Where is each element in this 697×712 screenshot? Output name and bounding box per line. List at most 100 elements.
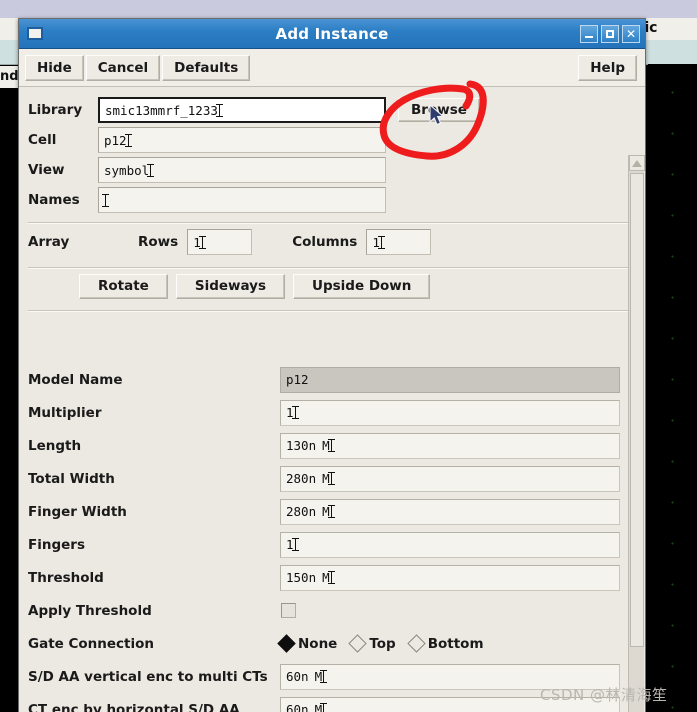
close-button[interactable]: ✕ (622, 24, 640, 43)
browse-wrapper: Browse (398, 98, 480, 122)
parameter-input[interactable]: 280n M (280, 465, 620, 492)
parameter-value: 60n (286, 669, 309, 684)
parameter-row: Finger Width 280n M (19, 495, 645, 528)
parameter-value: 60n (286, 702, 309, 712)
parameter-label: Multiplier (28, 404, 102, 421)
text-caret-icon (320, 670, 328, 683)
parameter-input[interactable]: 280n M (280, 498, 620, 525)
parameters-scrollbar[interactable] (628, 155, 645, 712)
text-caret-icon (124, 133, 132, 147)
view-input[interactable]: symbol (98, 157, 386, 183)
parameter-label: CT enc by horizontal S/D AA (28, 701, 240, 712)
columns-label: Columns (292, 234, 358, 250)
text-caret-icon (327, 439, 335, 452)
names-label: Names (28, 192, 80, 208)
text-caret-icon (291, 538, 299, 551)
text-caret-icon (215, 103, 223, 117)
text-caret-icon (147, 163, 155, 177)
view-label: View (28, 162, 65, 178)
screen: tic nd Add Instance ✕ Hide Cancel Defaul… (0, 0, 697, 712)
parameter-label: Finger Width (28, 503, 127, 520)
orientation-row: Rotate Sideways Upside Down (19, 269, 645, 303)
parameter-label: Apply Threshold (28, 602, 152, 619)
parameter-input[interactable]: 1 (280, 531, 620, 558)
cell-value: p12 (104, 132, 127, 148)
view-row: View symbol (19, 155, 645, 185)
help-button[interactable]: Help (578, 54, 637, 81)
browse-button[interactable]: Browse (398, 98, 480, 122)
parameter-row: Fingers 1 (19, 528, 645, 561)
radio-diamond-icon (407, 634, 426, 653)
cancel-button[interactable]: Cancel (85, 54, 161, 81)
text-caret-icon (291, 406, 299, 419)
chevron-up-icon (632, 159, 642, 167)
parameter-input[interactable]: 1 (280, 399, 620, 426)
schematic-canvas-right[interactable] (648, 64, 697, 712)
parameter-label: Model Name (28, 371, 123, 388)
library-label: Library (28, 102, 83, 118)
minimize-icon (585, 35, 593, 38)
identity-form: Library smic13mmrf_1233 Browse Cell p12 (19, 87, 645, 215)
maximize-button[interactable] (601, 24, 619, 43)
parameter-input[interactable]: 150n M (280, 564, 620, 591)
parameter-label: S/D AA vertical enc to multi CTs (28, 668, 268, 685)
rows-label: Rows (138, 234, 179, 250)
background-title-strip (0, 0, 697, 18)
parameter-value: 150n (286, 570, 317, 585)
parameter-value: 280n (286, 471, 317, 486)
dialog-titlebar[interactable]: Add Instance ✕ (19, 19, 645, 49)
view-value: symbol (104, 162, 150, 178)
divider-3 (28, 310, 636, 312)
text-caret-icon (198, 235, 206, 249)
radio-diamond-icon (277, 634, 296, 653)
parameter-label: Gate Connection (28, 635, 155, 652)
parameter-value: p12 (286, 372, 309, 387)
rows-input[interactable]: 1 (187, 229, 253, 255)
radio-diamond-icon (348, 634, 368, 653)
sideways-button[interactable]: Sideways (175, 273, 286, 299)
gate-connection-radio-group: None Top Bottom (277, 634, 494, 653)
radio-option-none[interactable]: None (277, 634, 337, 653)
names-input[interactable] (98, 187, 386, 213)
scroll-up-button[interactable] (629, 155, 645, 171)
text-caret-icon (327, 472, 335, 485)
parameter-list: Model Name p12 Multiplier 1 Length 130n M Total… (19, 363, 645, 712)
parameter-label: Threshold (28, 569, 104, 586)
radio-option-label: Top (369, 635, 396, 652)
cell-row: Cell p12 (19, 125, 645, 155)
window-menu-icon[interactable] (27, 27, 43, 40)
background-right-strip (648, 40, 697, 66)
upside-down-button[interactable]: Upside Down (293, 273, 431, 299)
dialog-body: Library smic13mmrf_1233 Browse Cell p12 (19, 87, 645, 712)
defaults-button[interactable]: Defaults (162, 54, 251, 81)
hide-button[interactable]: Hide (25, 54, 84, 81)
library-row: Library smic13mmrf_1233 Browse (19, 95, 645, 125)
parameter-row: Gate Connection None Top Bottom (19, 627, 645, 660)
parameter-input: p12 (280, 366, 620, 393)
cell-input[interactable]: p12 (98, 127, 386, 153)
parameter-row: Apply Threshold (19, 594, 645, 627)
apply-threshold-checkbox[interactable] (281, 603, 296, 618)
rotate-button[interactable]: Rotate (79, 273, 168, 299)
array-label: Array (28, 234, 70, 250)
watermark: CSDN @林清海笙 (540, 686, 668, 704)
add-instance-dialog: Add Instance ✕ Hide Cancel Defaults Help (18, 18, 646, 712)
parameter-value: 280n (286, 504, 317, 519)
array-row: Array Rows 1 Columns 1 (19, 224, 645, 260)
text-caret-icon (327, 505, 335, 518)
parameter-input[interactable]: 130n M (280, 432, 620, 459)
parameter-row: Multiplier 1 (19, 396, 645, 429)
parameter-row: Threshold 150n M (19, 561, 645, 594)
minimize-button[interactable] (580, 24, 598, 43)
text-caret-icon (320, 703, 328, 712)
scrollbar-thumb[interactable] (630, 173, 644, 647)
radio-option-top[interactable]: Top (348, 634, 396, 653)
dialog-title: Add Instance (275, 24, 389, 43)
radio-option-bottom[interactable]: Bottom (407, 634, 484, 653)
columns-input[interactable]: 1 (366, 229, 432, 255)
text-caret-icon (102, 193, 109, 207)
parameter-row: Total Width 280n M (19, 462, 645, 495)
library-value: smic13mmrf_1233 (105, 102, 218, 118)
library-input[interactable]: smic13mmrf_1233 (98, 97, 386, 123)
parameter-row: Length 130n M (19, 429, 645, 462)
